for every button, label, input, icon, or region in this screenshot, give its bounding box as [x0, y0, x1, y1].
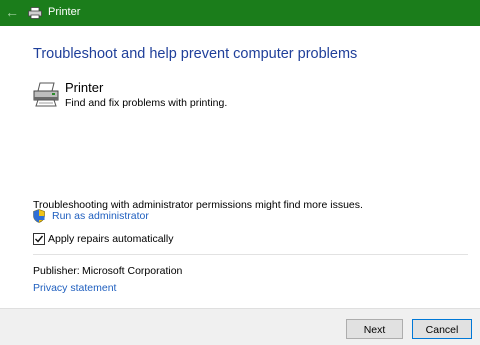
back-arrow-icon[interactable]: ← [5, 4, 19, 20]
printer-icon [28, 6, 42, 19]
printer-icon [32, 80, 60, 108]
next-button[interactable]: Next [346, 319, 403, 339]
window-title: Printer [48, 6, 81, 18]
privacy-statement-link[interactable]: Privacy statement [33, 282, 116, 295]
publisher-value: Microsoft Corporation [82, 265, 183, 277]
troubleshooter-description: Find and fix problems with printing. [65, 97, 228, 109]
checkmark-icon [35, 235, 44, 243]
cancel-button[interactable]: Cancel [412, 319, 472, 339]
troubleshooter-title[interactable]: Printer [65, 80, 103, 96]
title-bar: ← Printer [0, 0, 480, 26]
uac-shield-icon [33, 209, 45, 223]
publisher-label: Publisher: [33, 265, 80, 277]
apply-repairs-checkbox[interactable] [33, 233, 45, 245]
run-as-administrator-link[interactable]: Run as administrator [52, 210, 149, 223]
footer-bar: Next Cancel [0, 308, 480, 345]
page-heading: Troubleshoot and help prevent computer p… [33, 46, 358, 62]
apply-repairs-label[interactable]: Apply repairs automatically [48, 233, 173, 246]
divider [33, 254, 468, 255]
